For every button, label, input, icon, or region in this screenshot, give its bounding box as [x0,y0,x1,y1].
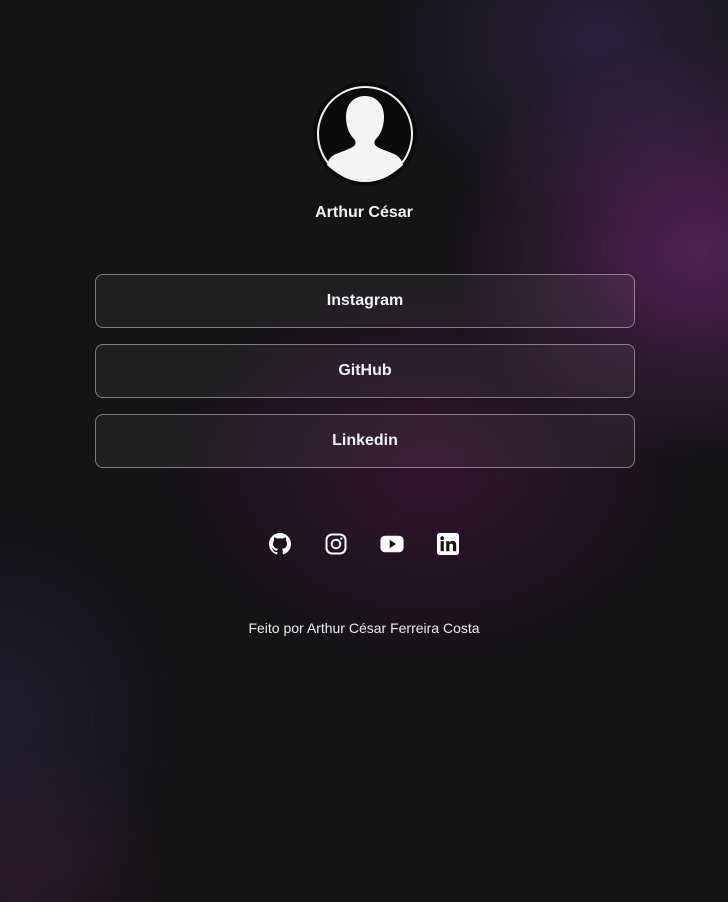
youtube-icon[interactable] [380,532,404,556]
user-silhouette-icon [315,84,415,184]
linkedin-icon[interactable] [436,532,460,556]
instagram-link-button[interactable]: Instagram [95,274,635,328]
github-link-button[interactable]: GitHub [95,344,635,398]
social-icons-row [0,532,728,556]
linkedin-link-button[interactable]: Linkedin [95,414,635,468]
instagram-icon[interactable] [324,532,348,556]
footer-credit: Feito por Arthur César Ferreira Costa [248,620,480,636]
profile-name: Arthur César [315,204,413,221]
github-icon[interactable] [268,532,292,556]
link-list: Instagram GitHub Linkedin [95,274,635,484]
avatar [313,82,417,186]
link-tree-page: Arthur César Instagram GitHub Linkedin F… [0,0,728,902]
